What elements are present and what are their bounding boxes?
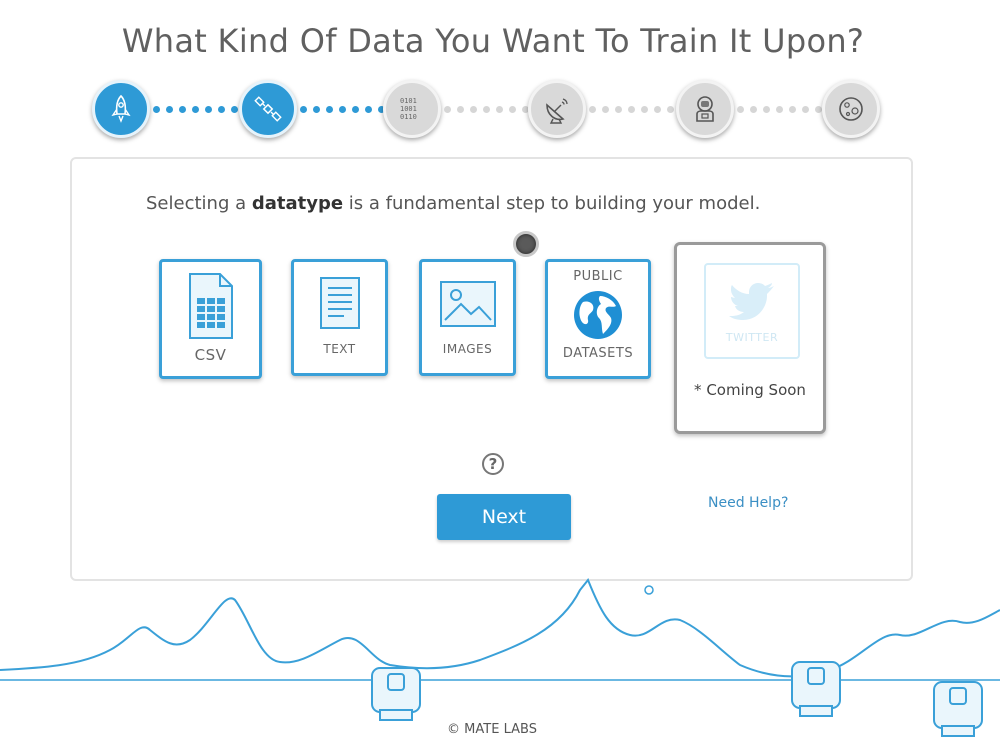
progress-stepper: 0101 1001 0110 xyxy=(0,80,1000,144)
datatype-card-images[interactable]: IMAGES xyxy=(419,259,516,376)
datatype-panel: Selecting a datatype is a fundamental st… xyxy=(70,157,913,581)
image-icon xyxy=(439,281,496,327)
datatype-card-public-datasets[interactable]: PUBLIC DATASETS xyxy=(545,259,651,379)
selection-indicator[interactable] xyxy=(513,231,539,257)
twitter-bird-icon xyxy=(729,283,774,320)
satellite-icon xyxy=(254,96,282,122)
step-moon[interactable] xyxy=(822,80,880,138)
coming-soon-note: * Coming Soon xyxy=(694,381,806,399)
card-label-images: IMAGES xyxy=(442,342,493,356)
spreadsheet-file-icon xyxy=(188,273,233,339)
twitter-card-inner: TWITTER xyxy=(704,263,800,359)
connector-5 xyxy=(737,106,835,113)
card-label-csv: CSV xyxy=(194,346,227,364)
datatype-card-csv[interactable]: CSV xyxy=(159,259,262,379)
card-label-text: TEXT xyxy=(323,342,356,356)
help-icon[interactable]: ? xyxy=(482,453,504,475)
svg-text:0101: 0101 xyxy=(400,97,417,105)
satellite-dish-icon xyxy=(546,98,568,124)
need-help-link[interactable]: Need Help? xyxy=(708,495,788,511)
svg-text:0110: 0110 xyxy=(400,113,417,121)
datatype-card-text[interactable]: TEXT xyxy=(291,259,388,376)
footer-copyright: © MATE LABS xyxy=(447,722,537,737)
moon-icon xyxy=(839,97,863,121)
connector-4 xyxy=(589,106,687,113)
step-satellite[interactable] xyxy=(239,80,297,138)
intro-bold: datatype xyxy=(251,193,344,214)
card-label-datasets: DATASETS xyxy=(562,346,634,361)
intro-after: is a fundamental step to building your m… xyxy=(343,193,761,214)
card-label-public: PUBLIC xyxy=(573,269,623,284)
intro-text: Selecting a datatype is a fundamental st… xyxy=(146,193,846,214)
rover-left-icon xyxy=(371,667,421,721)
text-document-icon xyxy=(319,277,360,329)
connector-1 xyxy=(153,106,238,113)
next-button[interactable]: Next xyxy=(437,494,571,540)
page-title: What Kind Of Data You Want To Train It U… xyxy=(121,22,865,60)
rocket-icon xyxy=(111,94,131,123)
step-binary-data[interactable]: 0101 1001 0110 xyxy=(383,80,441,138)
step-rocket[interactable] xyxy=(92,80,150,138)
binary-data-icon: 010110010110 xyxy=(400,97,417,121)
rover-middle-icon xyxy=(791,661,841,717)
globe-icon xyxy=(574,291,622,339)
astronaut-icon xyxy=(696,96,714,122)
svg-text:1001: 1001 xyxy=(400,105,417,113)
connector-2 xyxy=(300,106,385,113)
step-astronaut[interactable] xyxy=(676,80,734,138)
intro-before: Selecting a xyxy=(146,193,252,214)
step-satellite-dish[interactable] xyxy=(528,80,586,138)
card-label-twitter: TWITTER xyxy=(725,331,779,344)
datatype-card-twitter: TWITTER * Coming Soon xyxy=(674,242,826,434)
